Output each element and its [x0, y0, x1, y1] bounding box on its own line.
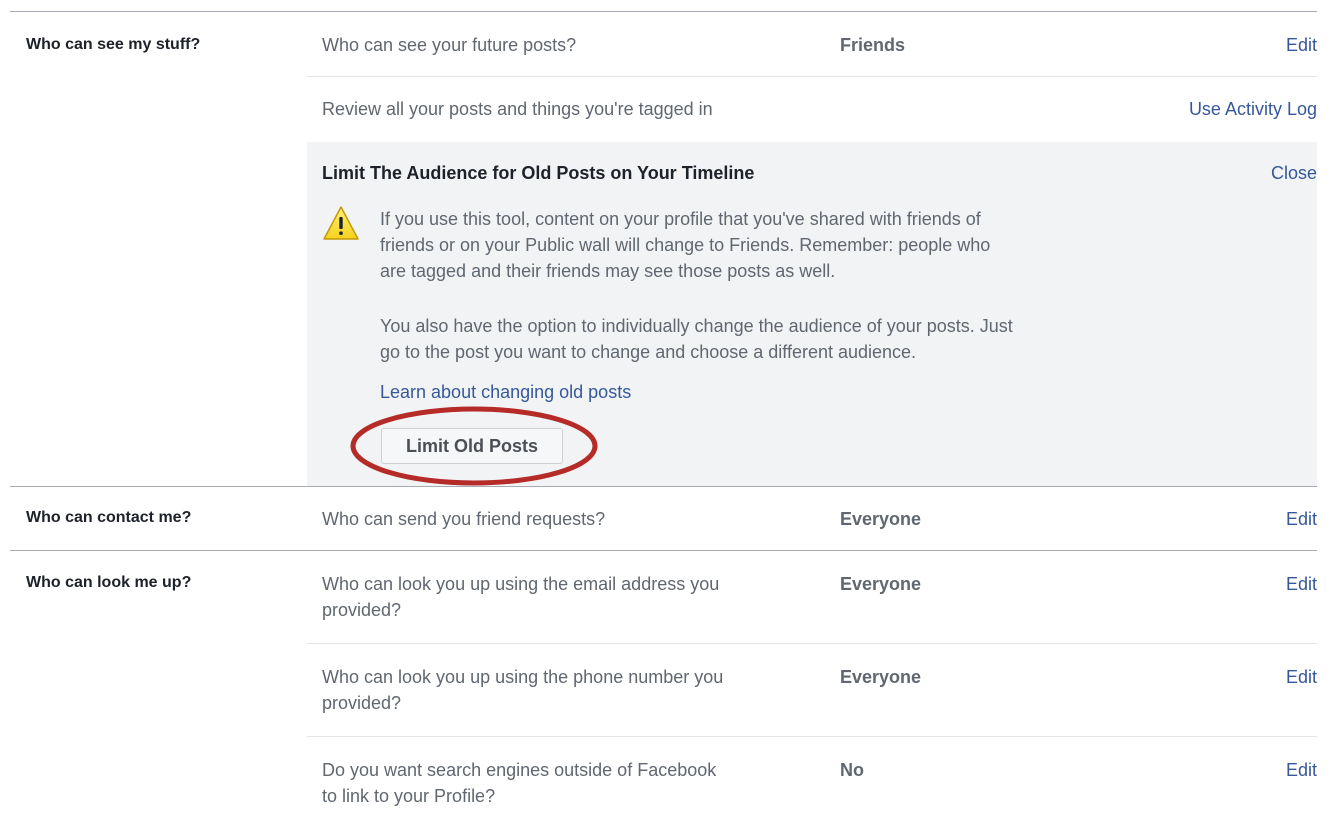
search-engines-value: No: [840, 760, 864, 780]
section-divider: [10, 550, 1317, 551]
review-posts-question: Review all your posts and things you're …: [322, 99, 713, 119]
search-engines-question-line: to link to your Profile?: [322, 786, 496, 806]
email-lookup-value: Everyone: [840, 574, 922, 594]
email-lookup-edit-link[interactable]: Edit: [1286, 574, 1317, 595]
phone-lookup-edit-link[interactable]: Edit: [1286, 667, 1317, 688]
future-posts-edit-link[interactable]: Edit: [1286, 35, 1317, 56]
row-divider: [307, 643, 1317, 644]
future-posts-question: Who can see your future posts?: [322, 35, 577, 55]
email-lookup-question-line: provided?: [322, 600, 402, 620]
section-divider: [10, 486, 1317, 487]
warning-triangle-icon: [323, 206, 359, 240]
friend-requests-value: Everyone: [840, 509, 922, 529]
friend-requests-question: Who can send you friend requests?: [322, 509, 606, 529]
email-lookup-question: Who can look you up using the email addr…: [322, 571, 812, 623]
warning-line: are tagged and their friends may see tho…: [380, 261, 836, 281]
phone-lookup-question-line: Who can look you up using the phone numb…: [322, 667, 724, 687]
warning-line: If you use this tool, content on your pr…: [380, 209, 981, 229]
search-engines-question-line: Do you want search engines outside of Fa…: [322, 760, 717, 780]
row-divider: [307, 76, 1317, 77]
phone-lookup-question-line: provided?: [322, 693, 402, 713]
option-text: You also have the option to individually…: [380, 313, 1150, 365]
search-engines-edit-link[interactable]: Edit: [1286, 760, 1317, 781]
option-line: go to the post you want to change and ch…: [380, 342, 917, 362]
section-label-contact-me: Who can contact me?: [26, 509, 192, 526]
warning-text: If you use this tool, content on your pr…: [380, 206, 1150, 284]
search-engines-question: Do you want search engines outside of Fa…: [322, 757, 812, 809]
option-line: You also have the option to individually…: [380, 316, 1013, 336]
use-activity-log-link[interactable]: Use Activity Log: [1189, 99, 1317, 120]
top-divider: [10, 11, 1317, 12]
warning-line: friends or on your Public wall will chan…: [380, 235, 991, 255]
future-posts-value: Friends: [840, 35, 906, 55]
section-label-see-my-stuff: Who can see my stuff?: [26, 36, 201, 53]
email-lookup-question-line: Who can look you up using the email addr…: [322, 574, 720, 594]
row-divider: [307, 736, 1317, 737]
friend-requests-edit-link[interactable]: Edit: [1286, 509, 1317, 530]
phone-lookup-question: Who can look you up using the phone numb…: [322, 664, 812, 716]
limit-audience-close-link[interactable]: Close: [1271, 163, 1317, 184]
section-label-look-me-up: Who can look me up?: [26, 574, 192, 591]
limit-audience-title: Limit The Audience for Old Posts on Your…: [322, 163, 755, 183]
limit-old-posts-button[interactable]: Limit Old Posts: [381, 428, 563, 464]
learn-changing-old-posts-link[interactable]: Learn about changing old posts: [380, 382, 631, 403]
phone-lookup-value: Everyone: [840, 667, 922, 687]
